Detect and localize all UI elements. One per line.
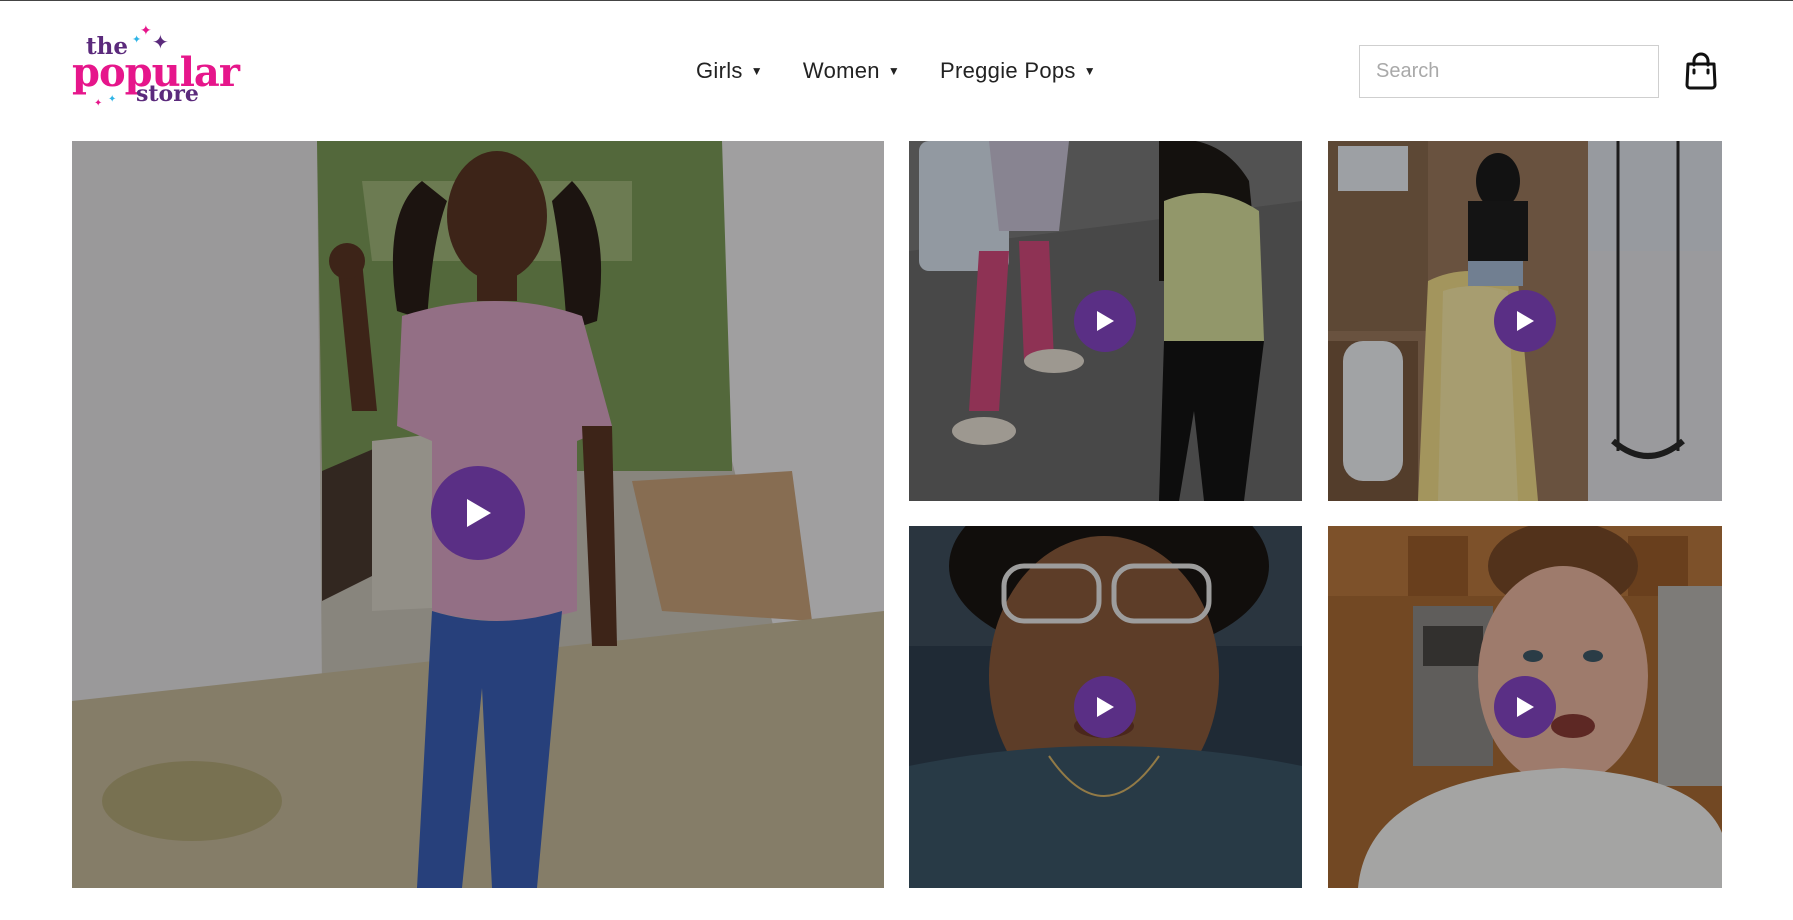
- play-button[interactable]: [1494, 676, 1556, 738]
- play-button[interactable]: [1074, 290, 1136, 352]
- play-icon: [1517, 697, 1534, 717]
- sparkle-icon: ✦: [94, 98, 103, 109]
- logo-text-store: store: [136, 81, 199, 107]
- nav-item-label: Preggie Pops: [940, 58, 1076, 83]
- shopping-bag-icon: [1685, 52, 1717, 90]
- sparkle-icon: ✦: [132, 34, 142, 46]
- brand-logo[interactable]: ✦ ✦ ✦ ✦ ✦ the popular store: [70, 19, 240, 111]
- search-box: [1359, 45, 1659, 98]
- video-tile-5[interactable]: [1328, 526, 1722, 888]
- video-tile-2[interactable]: [909, 141, 1302, 501]
- cart-button[interactable]: [1684, 52, 1718, 90]
- site-header: ✦ ✦ ✦ ✦ ✦ the popular store Girls ▼ Wome…: [0, 1, 1793, 139]
- caret-down-icon: ▼: [750, 64, 763, 78]
- play-icon: [467, 499, 491, 527]
- caret-down-icon: ▼: [1083, 64, 1096, 78]
- play-icon: [1517, 311, 1534, 331]
- main-nav: Girls ▼ Women ▼ Preggie Pops ▼: [696, 58, 1136, 84]
- search-input[interactable]: [1360, 46, 1658, 97]
- nav-item-preggie-pops[interactable]: Preggie Pops ▼: [940, 58, 1096, 84]
- play-button[interactable]: [431, 466, 525, 560]
- caret-down-icon: ▼: [887, 64, 900, 78]
- play-icon: [1097, 697, 1114, 717]
- play-icon: [1097, 311, 1114, 331]
- sparkle-icon: ✦: [108, 94, 117, 105]
- nav-item-label: Women: [802, 58, 880, 83]
- nav-item-label: Girls: [696, 58, 743, 83]
- play-button[interactable]: [1494, 290, 1556, 352]
- video-tile-3[interactable]: [1328, 141, 1722, 501]
- nav-item-girls[interactable]: Girls ▼: [696, 58, 763, 84]
- nav-item-women[interactable]: Women ▼: [803, 58, 900, 84]
- play-button[interactable]: [1074, 676, 1136, 738]
- sparkle-icon: ✦: [140, 22, 152, 38]
- video-tile-4[interactable]: [909, 526, 1302, 888]
- video-tile-1[interactable]: [72, 141, 884, 888]
